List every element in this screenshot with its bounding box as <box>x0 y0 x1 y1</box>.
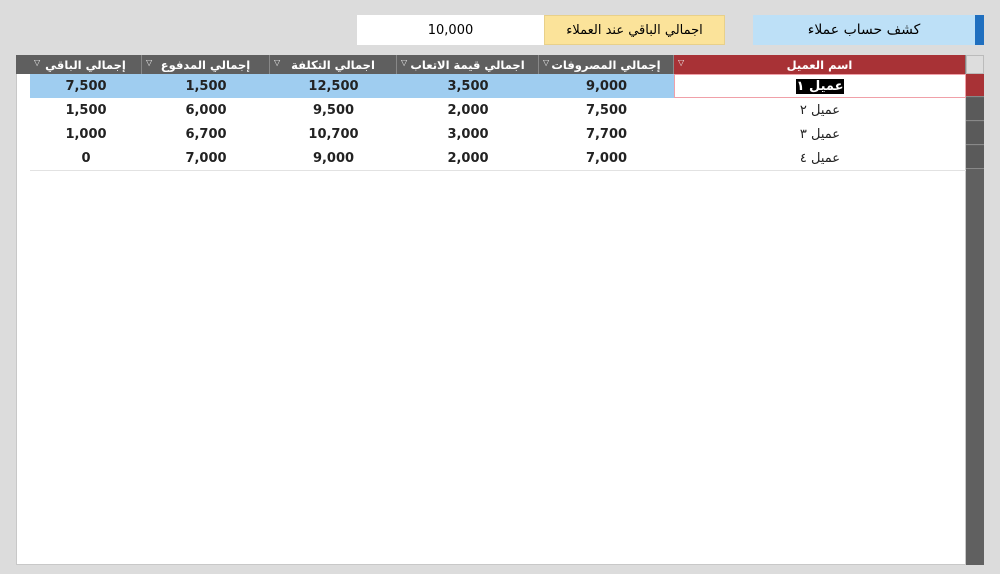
record-selector[interactable] <box>966 122 984 145</box>
select-all-corner[interactable] <box>16 55 30 74</box>
cell-value: 9,500 <box>312 102 355 118</box>
cell-value: 3,000 <box>447 126 489 142</box>
cell-value: 9,000 <box>312 150 355 166</box>
filter-dropdown-icon[interactable]: ▽ <box>678 58 684 67</box>
title-accent-bar <box>975 15 984 45</box>
total-remaining-value[interactable]: 10,000 <box>357 15 544 45</box>
cell-value: 7,700 <box>585 126 628 142</box>
cell-value: عميل ٢ <box>799 102 841 118</box>
column-header[interactable]: ▽ اجمالي التكلفة <box>270 55 397 74</box>
column-header-label: اسم العميل <box>786 57 853 72</box>
cell-value: 1,000 <box>65 126 107 142</box>
amount-cell[interactable]: 1,500 <box>30 98 142 122</box>
amount-cell[interactable]: 9,000 <box>270 146 397 170</box>
amount-cell[interactable]: 3,000 <box>397 122 539 146</box>
column-header[interactable]: ▽ إجمالي المصروفات <box>539 55 674 74</box>
amount-cell[interactable]: 1,000 <box>30 122 142 146</box>
cell-value: 2,000 <box>447 102 489 118</box>
filter-dropdown-icon[interactable]: ▽ <box>543 58 549 67</box>
cell-value: 7,000 <box>585 150 628 166</box>
client-name-cell[interactable]: عميل ٢ <box>674 98 966 122</box>
amount-cell[interactable]: 7,000 <box>142 146 270 170</box>
record-selector[interactable] <box>966 98 984 121</box>
filter-dropdown-icon[interactable]: ▽ <box>401 58 407 67</box>
filter-dropdown-icon[interactable]: ▽ <box>274 58 280 67</box>
amount-cell[interactable]: 10,700 <box>270 122 397 146</box>
column-header[interactable]: ▽ اجمالي قيمة الاتعاب <box>397 55 539 74</box>
cell-value: 2,000 <box>447 150 489 166</box>
column-header-label: اجمالي التكلفة <box>291 57 375 72</box>
amount-cell[interactable]: 2,000 <box>397 98 539 122</box>
cell-value: 7,000 <box>185 150 227 166</box>
column-header[interactable]: ▽ إجمالي الباقي <box>30 55 142 74</box>
cell-value: 3,500 <box>447 78 489 94</box>
client-name-cell[interactable]: عميل ٤ <box>674 146 966 170</box>
client-name-cell[interactable]: عميل ٣ <box>674 122 966 146</box>
amount-cell[interactable]: 9,500 <box>270 98 397 122</box>
client-name-cell[interactable]: عميل ١ <box>674 74 966 98</box>
cell-value: 7,500 <box>65 78 107 94</box>
amount-cell[interactable]: 1,500 <box>142 74 270 98</box>
amount-cell[interactable]: 6,000 <box>142 98 270 122</box>
filter-dropdown-icon[interactable]: ▽ <box>34 58 40 67</box>
cell-value: 6,000 <box>185 102 227 118</box>
cell-value: 1,500 <box>185 78 227 94</box>
amount-cell[interactable]: 7,700 <box>539 122 674 146</box>
amount-cell[interactable]: 3,500 <box>397 74 539 98</box>
column-header[interactable]: ▽ اسم العميل <box>674 55 966 74</box>
amount-cell[interactable]: 2,000 <box>397 146 539 170</box>
cell-value: 1,500 <box>65 102 107 118</box>
column-header[interactable]: ▽ إجمالي المدفوع <box>142 55 270 74</box>
cell-value: 9,000 <box>585 78 628 94</box>
amount-cell[interactable]: 0 <box>30 146 142 170</box>
cell-value: عميل ٣ <box>799 126 841 142</box>
form-title: كشف حساب عملاء <box>753 15 975 45</box>
amount-cell[interactable]: 12,500 <box>270 74 397 98</box>
cell-value: 6,700 <box>185 126 227 142</box>
column-header-label: إجمالي المصروفات <box>551 57 661 72</box>
amount-cell[interactable]: 7,000 <box>539 146 674 170</box>
amount-cell[interactable]: 6,700 <box>142 122 270 146</box>
record-selector[interactable] <box>966 146 984 169</box>
amount-cell[interactable]: 7,500 <box>539 98 674 122</box>
cell-value: 7,500 <box>585 102 628 118</box>
cell-value: عميل ٤ <box>799 150 841 166</box>
column-header-label: إجمالي الباقي <box>45 57 126 72</box>
cell-value: عميل ١ <box>795 78 845 94</box>
record-selector[interactable] <box>966 74 984 97</box>
column-header-label: إجمالي المدفوع <box>160 57 251 72</box>
cell-value: 0 <box>81 150 91 166</box>
column-header-label: اجمالي قيمة الاتعاب <box>410 57 525 72</box>
select-all-button[interactable] <box>966 55 984 74</box>
row-divider <box>30 170 966 171</box>
cell-value: 10,700 <box>308 126 359 142</box>
total-remaining-label: اجمالي الباقي عند العملاء <box>544 15 725 45</box>
cell-value: 12,500 <box>308 78 359 94</box>
amount-cell[interactable]: 7,500 <box>30 74 142 98</box>
filter-dropdown-icon[interactable]: ▽ <box>146 58 152 67</box>
amount-cell[interactable]: 9,000 <box>539 74 674 98</box>
